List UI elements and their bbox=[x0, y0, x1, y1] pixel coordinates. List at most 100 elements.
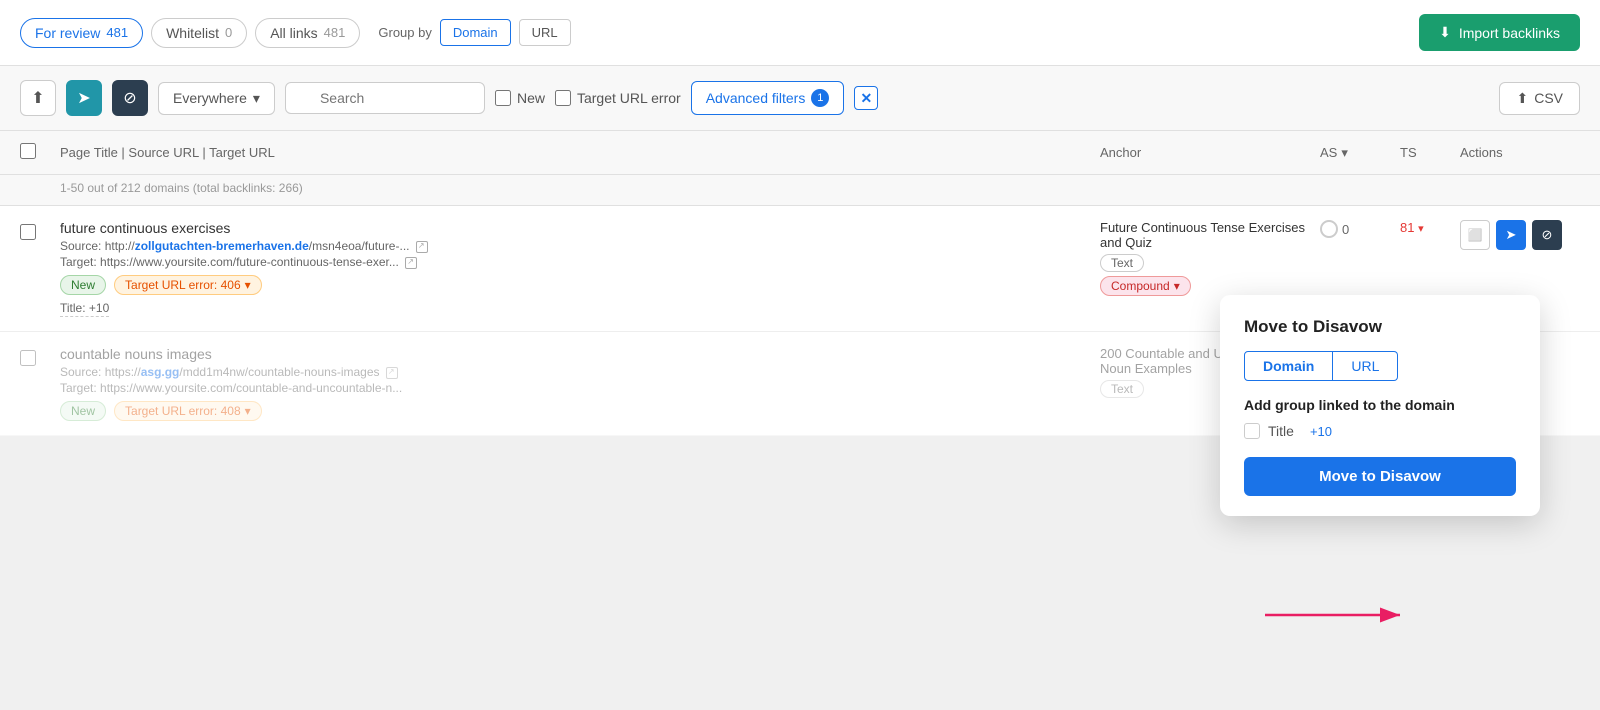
page-title-header-label: Page Title | Source URL | Target URL bbox=[60, 145, 275, 160]
tab-all-links-label: All links bbox=[270, 25, 317, 41]
chevron-down-icon: ▾ bbox=[253, 90, 260, 107]
row1-new-badge: New bbox=[60, 275, 106, 295]
popup-tab-domain[interactable]: Domain bbox=[1244, 351, 1333, 381]
row1-copy-btn[interactable]: ⬜ bbox=[1460, 220, 1490, 250]
tab-all-links-count: 481 bbox=[324, 25, 346, 40]
group-by-domain-btn[interactable]: Domain bbox=[440, 19, 511, 46]
move-to-disavow-popup: Move to Disavow Domain URL Add group lin… bbox=[1220, 295, 1540, 516]
row1-source-path: /msn4eoa/future-... bbox=[309, 239, 410, 253]
row2-error-badge[interactable]: Target URL error: 408 ▾ bbox=[114, 401, 262, 421]
as-header[interactable]: AS ▾ bbox=[1320, 145, 1400, 161]
everywhere-label: Everywhere bbox=[173, 90, 247, 106]
row1-actions-cell: ⬜ ➤ ⊘ bbox=[1460, 220, 1580, 250]
row1-title-plus: Title: +10 bbox=[60, 301, 109, 317]
popup-tab-domain-label: Domain bbox=[1263, 358, 1314, 374]
popup-tab-url-label: URL bbox=[1351, 358, 1379, 374]
row1-target-ext-icon[interactable] bbox=[405, 257, 417, 269]
row1-send-btn[interactable]: ➤ bbox=[1496, 220, 1526, 250]
actions-header: Actions bbox=[1460, 145, 1580, 160]
row1-source-domain[interactable]: zollgutachten-bremerhaven.de bbox=[135, 239, 309, 253]
sub-header: 1-50 out of 212 domains (total backlinks… bbox=[0, 175, 1600, 206]
import-down-icon: ⬇ bbox=[1439, 24, 1451, 41]
new-checkbox-label[interactable]: New bbox=[495, 90, 545, 106]
row1-title-cell: future continuous exercises Source: http… bbox=[60, 220, 1100, 317]
row1-as-radio bbox=[1320, 220, 1338, 238]
row1-send-icon: ➤ bbox=[1506, 227, 1517, 243]
new-label: New bbox=[517, 90, 545, 106]
csv-label: CSV bbox=[1534, 90, 1563, 106]
csv-up-icon: ⬆ bbox=[1516, 90, 1528, 107]
row1-checkbox[interactable] bbox=[20, 224, 36, 240]
row1-source-ext-icon[interactable] bbox=[416, 241, 428, 253]
tab-for-review[interactable]: For review 481 bbox=[20, 18, 143, 48]
select-all-checkbox[interactable] bbox=[20, 143, 36, 159]
row2-source-ext-icon[interactable] bbox=[386, 367, 398, 379]
row1-title: future continuous exercises bbox=[60, 220, 1090, 236]
import-btn-label: Import backlinks bbox=[1459, 25, 1560, 41]
target-url-error-label[interactable]: Target URL error bbox=[555, 90, 681, 106]
search-wrapper: 🔍 bbox=[285, 82, 485, 114]
row2-target-prefix: Target: bbox=[60, 381, 97, 395]
top-bar-left: For review 481 Whitelist 0 All links 481… bbox=[20, 18, 571, 48]
everywhere-dropdown[interactable]: Everywhere ▾ bbox=[158, 82, 275, 115]
table-header: Page Title | Source URL | Target URL Anc… bbox=[0, 131, 1600, 175]
row1-anchor-cell: Future Continuous Tense Exercises and Qu… bbox=[1100, 220, 1320, 296]
clear-filters-btn[interactable]: ✕ bbox=[854, 86, 878, 110]
move-to-disavow-btn[interactable]: Move to Disavow bbox=[1244, 457, 1516, 496]
row1-source-prefix: Source: bbox=[60, 239, 101, 253]
row1-as-cell: 0 bbox=[1320, 220, 1400, 238]
top-bar: For review 481 Whitelist 0 All links 481… bbox=[0, 0, 1600, 66]
tab-all-links[interactable]: All links 481 bbox=[255, 18, 360, 48]
new-checkbox[interactable] bbox=[495, 90, 511, 106]
tab-whitelist-label: Whitelist bbox=[166, 25, 219, 41]
row1-as-value: 0 bbox=[1342, 222, 1349, 237]
send-icon: ➤ bbox=[77, 88, 90, 108]
target-url-error-text: Target URL error bbox=[577, 90, 681, 106]
row1-error-chevron: ▾ bbox=[245, 278, 251, 292]
target-url-error-checkbox[interactable] bbox=[555, 90, 571, 106]
row1-block-btn[interactable]: ⊘ bbox=[1532, 220, 1562, 250]
red-arrow-2 bbox=[1255, 590, 1415, 640]
as-header-label: AS bbox=[1320, 145, 1337, 160]
search-input[interactable] bbox=[285, 82, 485, 114]
actions-header-label: Actions bbox=[1460, 145, 1503, 160]
block-icon-btn[interactable]: ⊘ bbox=[112, 80, 148, 116]
group-by-url-btn[interactable]: URL bbox=[519, 19, 571, 46]
csv-export-btn[interactable]: ⬆ CSV bbox=[1499, 82, 1580, 115]
row1-target-line: Target: https://www.yoursite.com/future-… bbox=[60, 255, 1090, 269]
row1-error-badge[interactable]: Target URL error: 406 ▾ bbox=[114, 275, 262, 295]
row1-compound-badge[interactable]: Compound ▾ bbox=[1100, 276, 1191, 296]
filter-bar: ⬆ ➤ ⊘ Everywhere ▾ 🔍 New Target URL erro… bbox=[0, 66, 1600, 131]
row2-title-cell: countable nouns images Source: https://a… bbox=[60, 346, 1100, 421]
row2-select-cell bbox=[20, 346, 60, 369]
popup-title-plus: +10 bbox=[1310, 424, 1332, 439]
row2-target-line: Target: https://www.yoursite.com/countab… bbox=[60, 381, 1090, 395]
row1-ts-cell: 81 ▾ bbox=[1400, 220, 1460, 235]
select-all-cell bbox=[20, 143, 60, 162]
move-btn-label: Move to Disavow bbox=[1319, 468, 1441, 485]
row1-error-text: Target URL error: 406 bbox=[125, 278, 241, 292]
popup-tabs: Domain URL bbox=[1244, 351, 1516, 381]
popup-tab-url[interactable]: URL bbox=[1333, 351, 1398, 381]
row1-source-line: Source: http://zollgutachten-bremerhaven… bbox=[60, 239, 1090, 253]
row1-compound-text: Compound bbox=[1111, 279, 1170, 293]
tab-whitelist[interactable]: Whitelist 0 bbox=[151, 18, 247, 48]
popup-checkbox[interactable] bbox=[1244, 423, 1260, 439]
tab-whitelist-count: 0 bbox=[225, 25, 232, 40]
export-icon: ⬆ bbox=[31, 88, 44, 108]
close-icon: ✕ bbox=[860, 90, 872, 107]
row1-target-prefix: Target: bbox=[60, 255, 97, 269]
row2-source-prefix: Source: bbox=[60, 365, 101, 379]
advanced-filters-btn[interactable]: Advanced filters 1 bbox=[691, 81, 845, 115]
row2-error-chevron: ▾ bbox=[245, 404, 251, 418]
row2-new-badge: New bbox=[60, 401, 106, 421]
row1-badges: New Target URL error: 406 ▾ bbox=[60, 275, 1090, 295]
row2-checkbox[interactable] bbox=[20, 350, 36, 366]
send-icon-btn[interactable]: ➤ bbox=[66, 80, 102, 116]
import-backlinks-button[interactable]: ⬇ Import backlinks bbox=[1419, 14, 1580, 51]
row1-target-url: https://www.yoursite.com/future-continuo… bbox=[100, 255, 399, 269]
export-icon-btn[interactable]: ⬆ bbox=[20, 80, 56, 116]
row2-source-domain[interactable]: asg.gg bbox=[141, 365, 180, 379]
row2-source-path: /mdd1m4nw/countable-nouns-images bbox=[179, 365, 379, 379]
tab-for-review-label: For review bbox=[35, 25, 100, 41]
